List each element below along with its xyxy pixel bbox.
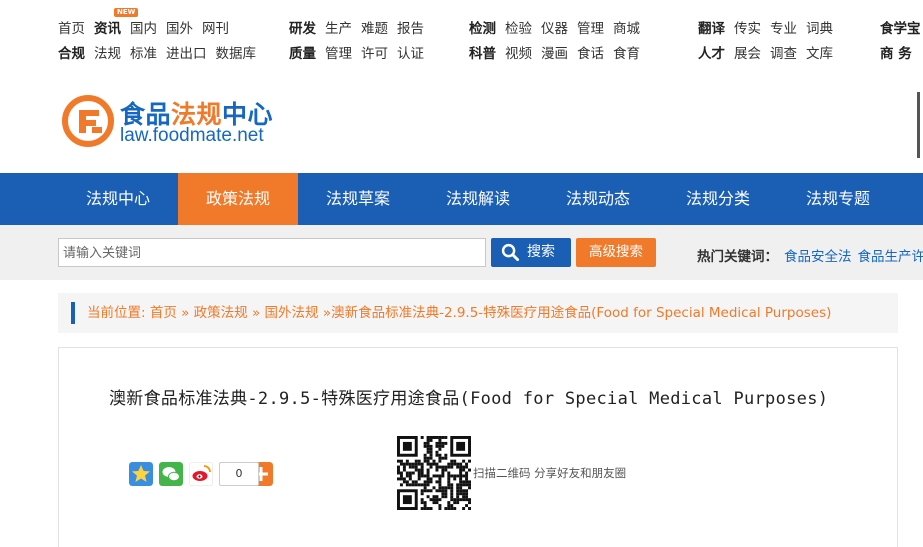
nav-item[interactable]: 法规草案 — [298, 173, 418, 225]
top-link[interactable]: 食育 — [613, 46, 640, 62]
top-link[interactable]: 国外 — [166, 21, 193, 37]
nav-item[interactable]: 法规分类 — [658, 173, 778, 225]
top-link[interactable]: 人才 — [698, 46, 725, 62]
nav-item[interactable]: 法规解读 — [418, 173, 538, 225]
top-link[interactable]: 翻译 — [698, 21, 725, 37]
search-button-label: 搜索 — [527, 238, 555, 267]
logo-url: law.foodmate.net — [120, 125, 264, 147]
top-link[interactable]: 资讯 — [94, 21, 121, 37]
top-link[interactable]: 首页 — [58, 21, 85, 37]
search-button[interactable]: 搜索 — [491, 238, 571, 267]
search-icon — [501, 243, 520, 262]
top-link[interactable]: 合规 — [58, 46, 85, 62]
top-link[interactable]: 难题 — [361, 21, 388, 37]
top-link[interactable]: 展会 — [734, 46, 761, 62]
share-count: 0 — [219, 462, 259, 486]
top-link[interactable]: 管理 — [325, 46, 352, 62]
top-link[interactable]: 管理 — [577, 21, 604, 37]
top-link[interactable]: 词典 — [806, 21, 833, 37]
breadcrumb: 当前位置: 首页 » 政策法规 » 国外法规 »澳新食品标准法典-2.9.5-特… — [58, 293, 898, 333]
top-link[interactable]: 传实 — [734, 21, 761, 37]
breadcrumb-marker — [71, 302, 75, 324]
top-link[interactable]: 专业 — [770, 21, 797, 37]
top-link[interactable]: 视频 — [505, 46, 532, 62]
wechat-icon[interactable] — [159, 462, 183, 486]
hot-keyword-link[interactable]: 食品安全法 — [784, 249, 852, 265]
hot-keywords: 热门关键词： 食品安全法食品生产许 — [697, 245, 923, 265]
top-links-group-3: 检测检验仪器管理商城 科普视频漫画食话食育 — [469, 17, 649, 67]
advanced-search-button[interactable]: 高级搜索 — [576, 238, 656, 267]
top-link[interactable]: 检测 — [469, 21, 496, 37]
search-input[interactable]: 请输入关键词 — [58, 238, 486, 267]
nav-item-active[interactable]: 政策法规 — [178, 173, 298, 225]
top-link[interactable]: 食话 — [577, 46, 604, 62]
site-logo[interactable]: 食品法规中心 law.foodmate.net — [62, 95, 322, 151]
top-link[interactable]: 文库 — [806, 46, 833, 62]
top-link[interactable]: 科普 — [469, 46, 496, 62]
nav-item[interactable]: 法规动态 — [538, 173, 658, 225]
article-panel: 澳新食品标准法典-2.9.5-特殊医疗用途食品(Food for Special… — [58, 347, 898, 547]
top-link[interactable]: 国内 — [130, 21, 157, 37]
hot-keyword-link[interactable]: 食品生产许 — [858, 249, 923, 265]
hot-keywords-label: 热门关键词： — [697, 249, 778, 265]
top-link[interactable]: 商城 — [613, 21, 640, 37]
new-badge: NEW — [114, 8, 138, 17]
top-link[interactable]: 调查 — [770, 46, 797, 62]
breadcrumb-text[interactable]: 当前位置: 首页 » 政策法规 » 国外法规 »澳新食品标准法典-2.9.5-特… — [87, 293, 831, 333]
top-link[interactable]: 法规 — [94, 46, 121, 62]
qr-caption: 扫描二维码 分享好友和朋友圈 — [473, 465, 626, 481]
top-link[interactable]: 检验 — [505, 21, 532, 37]
top-links: NEW 首页资讯国内国外网刊 合规法规标准进出口数据库 研发生产难题报告 质量管… — [0, 0, 923, 72]
top-links-group-5: 食学宝 商 务 — [880, 17, 923, 67]
top-link[interactable]: 质量 — [289, 46, 316, 62]
weibo-icon[interactable] — [189, 462, 213, 486]
qr-code-icon — [397, 436, 471, 510]
top-link[interactable]: 报告 — [397, 21, 424, 37]
top-link[interactable]: 网刊 — [202, 21, 229, 37]
top-link[interactable]: 漫画 — [541, 46, 568, 62]
logo-mark-icon — [62, 95, 114, 147]
article-title: 澳新食品标准法典-2.9.5-特殊医疗用途食品(Food for Special… — [109, 384, 828, 409]
top-link[interactable]: 进出口 — [166, 46, 207, 62]
top-link[interactable]: 仪器 — [541, 21, 568, 37]
top-links-group-1: 首页资讯国内国外网刊 合规法规标准进出口数据库 — [58, 17, 265, 67]
top-link[interactable]: 食学宝 — [880, 21, 921, 37]
star-share-icon[interactable] — [129, 462, 153, 486]
top-link[interactable]: 生产 — [325, 21, 352, 37]
main-nav: 法规中心 政策法规 法规草案 法规解读 法规动态 法规分类 法规专题 — [0, 173, 923, 225]
side-widget-edge — [917, 92, 923, 158]
top-link[interactable]: 数据库 — [216, 46, 257, 62]
top-link[interactable]: 商 务 — [880, 46, 912, 62]
top-link[interactable]: 标准 — [130, 46, 157, 62]
top-link[interactable]: 研发 — [289, 21, 316, 37]
nav-item[interactable]: 法规专题 — [778, 173, 898, 225]
nav-item[interactable]: 法规中心 — [58, 173, 178, 225]
top-links-group-4: 翻译传实专业词典 人才展会调查文库 — [698, 17, 842, 67]
top-link[interactable]: 许可 — [361, 46, 388, 62]
top-links-group-2: 研发生产难题报告 质量管理许可认证 — [289, 17, 433, 67]
top-link[interactable]: 认证 — [397, 46, 424, 62]
